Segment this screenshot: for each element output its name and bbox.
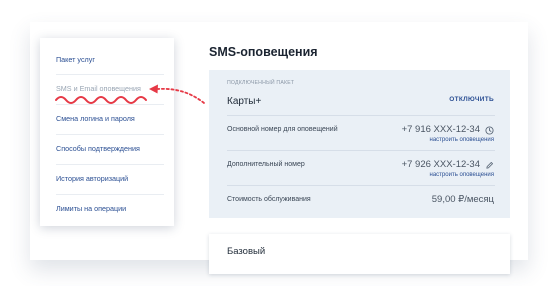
package-caption: ПОДКЛЮЧЕННЫЙ ПАКЕТ xyxy=(227,80,295,86)
disconnect-button[interactable]: ОТКЛЮЧИТЬ xyxy=(449,96,494,103)
sidebar-divider xyxy=(56,134,164,135)
sidebar-item-authorization-history[interactable]: История авторизаций xyxy=(56,174,164,183)
configure-additional-notifications-link[interactable]: настроить оповещения xyxy=(430,172,494,178)
basic-package-title: Базовый xyxy=(227,246,266,257)
card-divider xyxy=(227,150,495,151)
clock-icon[interactable] xyxy=(485,126,494,135)
primary-number-label: Основной номер для оповещений xyxy=(227,126,338,133)
card-divider xyxy=(227,115,495,116)
service-cost-label: Стоимость обслуживания xyxy=(227,196,311,203)
sidebar-item-service-package[interactable]: Пакет услуг xyxy=(56,55,164,64)
sidebar-divider xyxy=(56,104,164,105)
service-cost-value: 59,00 ₽/месяц xyxy=(431,194,494,205)
connected-package-card: ПОДКЛЮЧЕННЫЙ ПАКЕТ Карты+ ОТКЛЮЧИТЬ Осно… xyxy=(209,70,510,218)
sidebar: Пакет услуг SMS и Email оповещения Смена… xyxy=(40,38,174,226)
card-divider xyxy=(227,185,495,186)
package-name: Карты+ xyxy=(227,96,262,107)
page-title: SMS-оповещения xyxy=(209,45,318,59)
sidebar-divider xyxy=(56,164,164,165)
sidebar-divider xyxy=(56,74,164,75)
sidebar-divider xyxy=(56,194,164,195)
pencil-icon[interactable] xyxy=(485,161,494,170)
sidebar-item-change-login-password[interactable]: Смена логина и пароля xyxy=(56,114,164,123)
additional-number-value: +7 926 XXX-12-34 xyxy=(401,159,480,170)
additional-number-label: Дополнительный номер xyxy=(227,161,305,168)
sidebar-item-operation-limits[interactable]: Лимиты на операции xyxy=(56,204,164,213)
sidebar-item-confirmation-methods[interactable]: Способы подтверждения xyxy=(56,144,164,153)
primary-number-value: +7 916 XXX-12-34 xyxy=(401,124,480,135)
basic-package-card[interactable]: Базовый xyxy=(209,234,510,274)
sidebar-item-sms-email-notifications[interactable]: SMS и Email оповещения xyxy=(56,84,164,93)
configure-primary-notifications-link[interactable]: настроить оповещения xyxy=(430,137,494,143)
